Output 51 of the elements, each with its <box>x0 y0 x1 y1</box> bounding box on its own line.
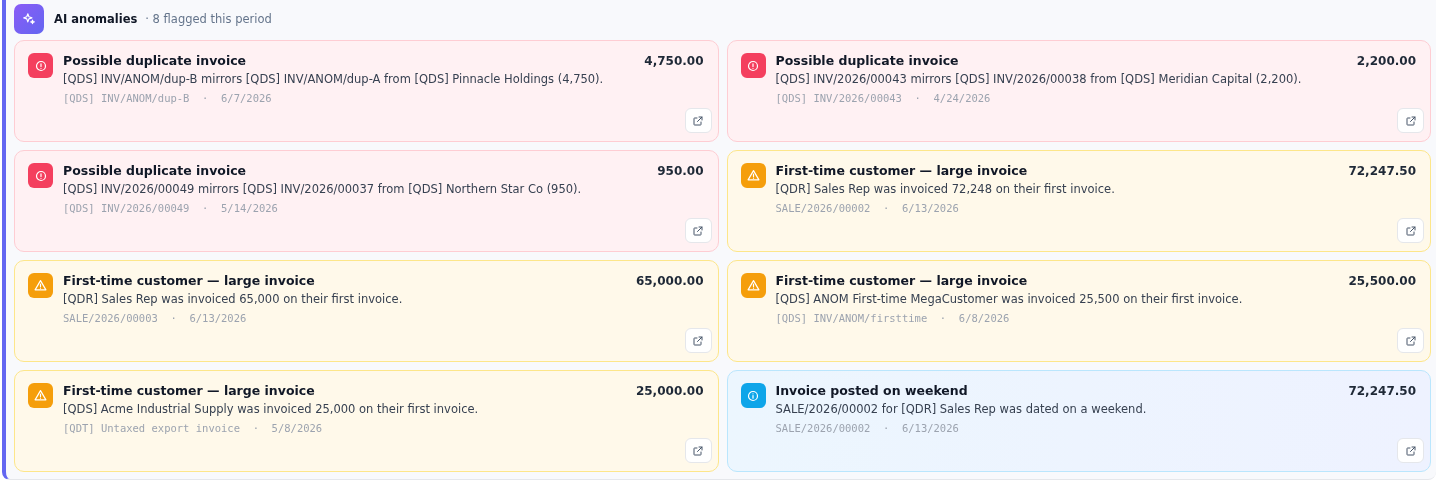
anomaly-title: First-time customer — large invoice <box>63 273 315 288</box>
anomaly-description: [QDS] Acme Industrial Supply was invoiced 25,000 on their first invoice. <box>63 402 480 416</box>
anomaly-description: [QDS] ANOM First-time MegaCustomer was invoiced 25,500 on their first invoice. <box>775 292 1244 306</box>
flagged-count: · 8 flagged this period <box>145 12 272 26</box>
anomaly-description: [QDS] INV/ANOM/dup-B mirrors [QDS] INV/ANOM/dup-A from [QDS] Pinnacle Holdings (4,750). <box>63 72 605 86</box>
anomaly-description: [QDR] Sales Rep was invoiced 72,248 on their first invoice. <box>775 182 1116 196</box>
document-reference: SALE/2026/00002 · 6/13/2026 <box>775 202 960 214</box>
anomaly-amount: 72,247.50 <box>1348 164 1416 178</box>
external-link-icon[interactable] <box>1404 334 1417 347</box>
external-link-icon[interactable] <box>692 114 704 127</box>
anomaly-title: First-time customer — large invoice <box>63 383 315 398</box>
warning-icon <box>28 383 53 408</box>
warning-icon <box>740 273 766 298</box>
anomaly-amount: 950.00 <box>657 164 704 178</box>
document-reference: [QDS] INV/ANOM/firsttime · 6/8/2026 <box>775 312 1011 324</box>
external-link-icon[interactable] <box>1404 114 1417 127</box>
anomaly-title: First-time customer — large invoice <box>775 163 1028 178</box>
external-link-icon[interactable] <box>1404 444 1417 457</box>
document-reference: [QDS] INV/2026/00049 · 5/14/2026 <box>63 202 279 214</box>
document-reference: [QDS] INV/ANOM/dup-B · 6/7/2026 <box>63 92 273 104</box>
alert-icon <box>28 53 53 78</box>
anomaly-amount: 72,247.50 <box>1348 384 1416 398</box>
anomaly-title: Possible duplicate invoice <box>63 163 247 178</box>
external-link-icon[interactable] <box>692 334 704 347</box>
anomaly-amount: 4,750.00 <box>644 54 704 68</box>
external-link-icon[interactable] <box>692 444 704 457</box>
anomaly-description: [QDR] Sales Rep was invoiced 65,000 on their first invoice. <box>63 292 404 306</box>
document-reference: [QDT] Untaxed export invoice · 5/8/2026 <box>63 422 324 434</box>
alert-icon <box>740 53 766 78</box>
warning-icon <box>740 163 766 188</box>
sparkle-icon <box>14 4 44 34</box>
anomaly-amount: 2,200.00 <box>1356 54 1416 68</box>
info-icon <box>740 383 766 408</box>
anomaly-title: Invoice posted on weekend <box>775 383 968 398</box>
anomaly-description: [QDS] INV/2026/00043 mirrors [QDS] INV/2026/00038 from [QDS] Meridian Capital (2,200). <box>775 72 1303 86</box>
anomaly-title: Possible duplicate invoice <box>775 53 959 68</box>
external-link-icon[interactable] <box>1404 224 1417 237</box>
warning-icon <box>28 273 53 298</box>
anomaly-title: Possible duplicate invoice <box>63 53 247 68</box>
anomaly-amount: 65,000.00 <box>635 274 704 288</box>
alert-icon <box>28 163 53 188</box>
anomaly-amount: 25,000.00 <box>635 384 704 398</box>
anomaly-title: First-time customer — large invoice <box>775 273 1028 288</box>
anomaly-amount: 25,500.00 <box>1348 274 1416 288</box>
document-reference: SALE/2026/00002 · 6/13/2026 <box>775 422 960 434</box>
external-link-icon[interactable] <box>692 224 704 237</box>
document-reference: SALE/2026/00003 · 6/13/2026 <box>63 312 248 324</box>
document-reference: [QDS] INV/2026/00043 · 4/24/2026 <box>775 92 992 104</box>
panel-title: AI anomalies <box>54 12 138 26</box>
anomaly-description: SALE/2026/00002 for [QDR] Sales Rep was dated on a weekend. <box>775 402 1148 416</box>
anomaly-description: [QDS] INV/2026/00049 mirrors [QDS] INV/2026/00037 from [QDS] Northern Star Co (950). <box>63 182 583 196</box>
